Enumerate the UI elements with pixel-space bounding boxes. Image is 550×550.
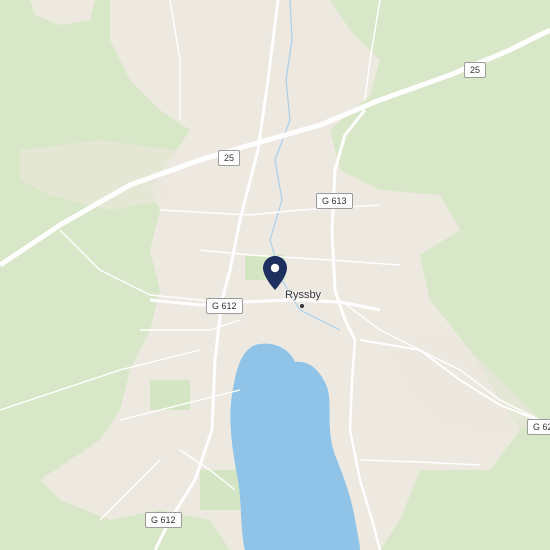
road-shield-g612-north: G 612	[206, 298, 243, 314]
park-patch	[150, 380, 190, 410]
map-canvas[interactable]: 25 25 G 613 G 612 G 62 G 612 Ryssby	[0, 0, 550, 550]
place-label-ryssby[interactable]: Ryssby	[285, 289, 321, 301]
road-shield-25-west: 25	[218, 150, 241, 166]
place-dot	[300, 304, 304, 308]
road-shield-g612-south: G 612	[145, 512, 182, 528]
road-shield-g613: G 613	[316, 193, 353, 209]
road-shield-25-east: 25	[464, 62, 487, 78]
road-shield-g62: G 62	[527, 419, 550, 435]
